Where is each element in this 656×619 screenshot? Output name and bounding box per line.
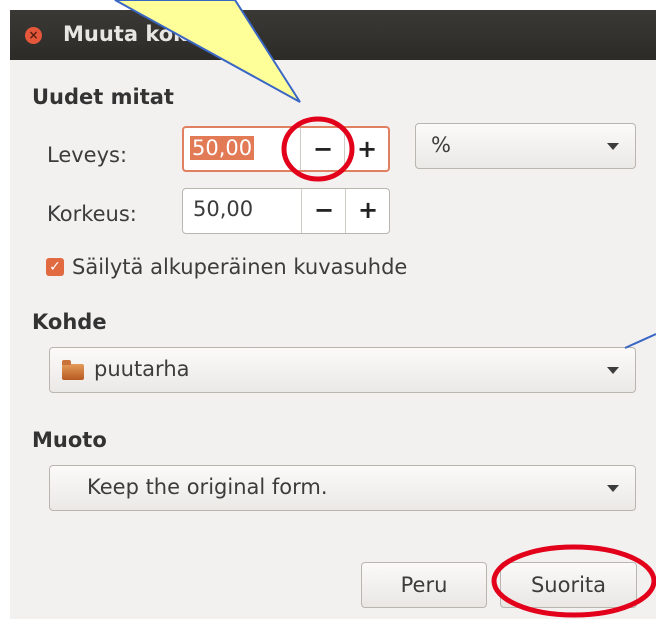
target-dropdown[interactable]: puutarha xyxy=(49,347,636,393)
window-title: Muuta koko xyxy=(63,22,201,46)
apply-button[interactable]: Suorita xyxy=(500,562,637,608)
unit-dropdown-value: % xyxy=(431,133,451,157)
section-target: Kohde xyxy=(32,310,107,334)
close-icon[interactable]: × xyxy=(25,27,42,44)
chevron-down-icon xyxy=(607,485,619,492)
resize-dialog: × Muuta koko Uudet mitat Leveys: 50,00 −… xyxy=(10,10,656,619)
width-increase-button[interactable]: + xyxy=(344,128,389,170)
format-dropdown-value: Keep the original form. xyxy=(87,475,328,499)
folder-icon xyxy=(62,360,84,380)
section-format: Muoto xyxy=(32,428,107,452)
height-increase-button[interactable]: + xyxy=(345,189,390,233)
width-spinner: 50,00 − + xyxy=(182,126,390,172)
cancel-button[interactable]: Peru xyxy=(361,562,487,608)
chevron-down-icon xyxy=(607,143,619,150)
width-input[interactable]: 50,00 xyxy=(190,136,255,160)
section-new-dimensions: Uudet mitat xyxy=(32,85,174,109)
target-dropdown-value: puutarha xyxy=(94,357,190,381)
width-decrease-button[interactable]: − xyxy=(300,128,345,170)
title-bar: × Muuta koko xyxy=(10,10,656,60)
keep-aspect-checkbox[interactable]: ✓ xyxy=(46,258,64,276)
format-dropdown[interactable]: Keep the original form. xyxy=(49,465,636,511)
height-decrease-button[interactable]: − xyxy=(301,189,346,233)
unit-dropdown[interactable]: % xyxy=(415,123,636,169)
keep-aspect-label: Säilytä alkuperäinen kuvasuhde xyxy=(72,255,408,279)
height-input[interactable]: 50,00 xyxy=(193,197,253,221)
chevron-down-icon xyxy=(607,367,619,374)
width-label: Leveys: xyxy=(47,143,128,167)
height-spinner: 50,00 − + xyxy=(182,188,390,234)
height-label: Korkeus: xyxy=(47,202,137,226)
